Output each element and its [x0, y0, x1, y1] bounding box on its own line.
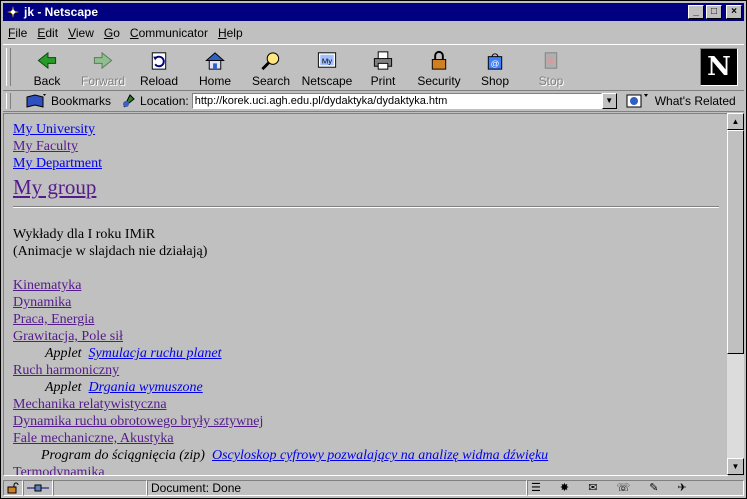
related-icon — [626, 93, 648, 107]
dropdown-arrow-icon: ▼ — [605, 96, 614, 105]
location-toolbar: Bookmarks Location: http://korek.uci.agh… — [3, 90, 744, 112]
security-status[interactable] — [3, 479, 23, 496]
applet-planets-link[interactable]: Symulacja ruchu planet — [89, 346, 222, 361]
lecture-fale-link[interactable]: Fale mechaniczne, Akustyka — [13, 430, 719, 447]
lecture-grawitacja-link[interactable]: Grawitacja, Pole sił — [13, 328, 719, 345]
program-download-row: Program do ściągnięcia (zip) Oscyloskop … — [41, 448, 549, 463]
forward-arrow-icon — [93, 51, 113, 70]
maximize-button[interactable]: □ — [706, 5, 722, 19]
lecture-kinematyka-link[interactable]: Kinematyka — [13, 277, 719, 294]
lecture-praca-link[interactable]: Praca, Energia — [13, 311, 719, 328]
forward-button[interactable]: Forward — [75, 47, 131, 88]
oscilloscope-link[interactable]: Oscyloskop cyfrowy pozwalający na analiz… — [212, 448, 548, 463]
back-arrow-icon — [37, 51, 57, 70]
lecture-dynamika-link[interactable]: Dynamika — [13, 294, 719, 311]
applet-row-forced: Applet Drgania wymuszone — [45, 380, 203, 395]
location-input[interactable]: http://korek.uci.agh.edu.pl/dydaktyka/dy… — [191, 92, 602, 109]
shop-bag-icon: @ — [487, 53, 503, 70]
navigation-toolbar: Back Forward Reload Home Search My Netsc… — [3, 44, 744, 91]
menu-file[interactable]: File — [3, 26, 32, 40]
reload-icon — [151, 52, 167, 70]
search-button[interactable]: Search — [243, 47, 299, 88]
progress-bar — [53, 479, 147, 496]
applet-forced-link[interactable]: Drgania wymuszone — [89, 380, 203, 395]
applet-row-planets: Applet Symulacja ruchu planet — [45, 346, 222, 361]
status-bar: Document: Done ☰ ✸ ✉ ☏ ✎ ✈ — [3, 478, 744, 497]
status-text: Document: Done — [147, 479, 527, 496]
print-button[interactable]: Print — [355, 47, 411, 88]
lecture-ruch-link[interactable]: Ruch harmoniczny — [13, 362, 719, 379]
whats-related-button[interactable]: What's Related — [625, 93, 736, 109]
plug-icon — [27, 484, 49, 491]
unlocked-icon — [7, 482, 19, 493]
intro-line-2: (Animacje w slajdach nie działają) — [13, 244, 208, 259]
maximize-icon: □ — [710, 6, 718, 17]
my-group-link[interactable]: My group — [13, 174, 719, 200]
bookmark-icon — [26, 93, 46, 108]
menu-bar: File Edit View Go Communicator Help — [3, 23, 744, 42]
menu-go[interactable]: Go — [99, 26, 125, 40]
scroll-down-button[interactable]: ▼ — [727, 458, 744, 475]
toolbar-grip[interactable] — [6, 48, 11, 86]
netscape-my-icon: My — [317, 52, 337, 68]
location-grip[interactable] — [6, 92, 11, 109]
title-bar: jk - Netscape _ □ × — [3, 3, 744, 21]
my-university-link[interactable]: My University — [13, 121, 719, 138]
netscape-logo-icon: N — [707, 52, 731, 82]
home-button[interactable]: Home — [187, 47, 243, 88]
search-icon — [261, 52, 280, 71]
arrow-up-icon: ▲ — [731, 117, 740, 126]
vertical-scrollbar[interactable]: ▲ ▼ — [727, 113, 744, 475]
stop-button[interactable]: Stop — [523, 47, 579, 88]
close-button[interactable]: × — [726, 5, 742, 19]
close-icon: × — [731, 6, 737, 17]
home-icon — [205, 52, 225, 70]
browser-window: jk - Netscape _ □ × File Edit View Go Co… — [0, 0, 747, 499]
netscape-button[interactable]: My Netscape — [299, 47, 355, 88]
lecture-termodynamika-link[interactable]: Termodynamika — [13, 464, 719, 475]
location-dropdown-button[interactable]: ▼ — [601, 92, 617, 109]
back-button[interactable]: Back — [19, 47, 75, 88]
window-title: jk - Netscape — [24, 5, 99, 19]
lecture-mechanika-link[interactable]: Mechanika relatywistyczna — [13, 396, 719, 413]
stop-icon — [544, 52, 558, 69]
bookmarks-button[interactable]: Bookmarks — [25, 93, 111, 109]
location-label: Location: — [140, 93, 189, 108]
component-bar-icons[interactable]: ☰ ✸ ✉ ☏ ✎ ✈ — [531, 481, 695, 494]
component-bar: ☰ ✸ ✉ ☏ ✎ ✈ — [527, 479, 744, 496]
intro-line-1: Wykłady dla I roku IMiR — [13, 227, 156, 242]
svg-text:@: @ — [491, 58, 500, 68]
menu-view[interactable]: View — [63, 26, 99, 40]
svg-text:My: My — [322, 56, 332, 65]
page-proxy-icon[interactable] — [121, 93, 137, 109]
netscape-logo: N — [700, 48, 738, 86]
arrow-down-icon: ▼ — [731, 462, 740, 471]
shop-button[interactable]: @ Shop — [467, 47, 523, 88]
menu-edit[interactable]: Edit — [32, 26, 63, 40]
connection-status — [23, 479, 53, 496]
security-button[interactable]: Security — [411, 47, 467, 88]
minimize-icon: _ — [693, 6, 699, 17]
my-faculty-link[interactable]: My Faculty — [13, 138, 719, 155]
lecture-bryly-link[interactable]: Dynamika ruchu obrotowego bryły sztywnej — [13, 413, 719, 430]
scroll-thumb[interactable] — [727, 130, 744, 354]
horizontal-rule — [13, 206, 719, 208]
menu-help[interactable]: Help — [213, 26, 248, 40]
printer-icon — [373, 51, 393, 70]
scroll-up-button[interactable]: ▲ — [727, 113, 744, 130]
reload-button[interactable]: Reload — [131, 47, 187, 88]
my-department-link[interactable]: My Department — [13, 155, 719, 172]
menu-communicator[interactable]: Communicator — [125, 26, 213, 40]
minimize-button[interactable]: _ — [688, 5, 704, 19]
netscape-app-icon — [6, 5, 20, 19]
page-content: My University My Faculty My Department M… — [3, 113, 728, 476]
lock-icon — [431, 50, 447, 70]
